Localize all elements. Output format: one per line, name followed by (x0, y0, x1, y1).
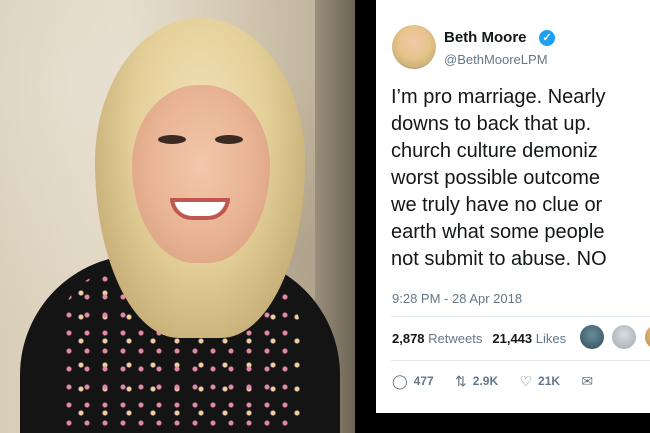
heart-icon: ♡ (519, 373, 533, 389)
tweet-text-line: church culture demoniz (391, 140, 598, 162)
engagement-stats: 2,878 Retweets 21,443 Likes (392, 331, 566, 346)
tweet-timestamp[interactable]: 9:28 PM - 28 Apr 2018 (392, 291, 522, 306)
divider (391, 360, 650, 361)
tweet-text-line: we truly have no clue or (391, 194, 603, 216)
left-eye (158, 135, 186, 144)
tweet-text-line: not submit to abuse. NO (391, 248, 607, 270)
message-button[interactable]: ✉ (581, 373, 599, 390)
tweet-text: I’m pro marriage. Nearly downs to back t… (391, 84, 650, 273)
likes-label: Likes (535, 331, 567, 346)
likes-stat[interactable]: 21,443 Likes (492, 331, 566, 346)
retweets-count: 2,878 (392, 331, 425, 346)
smiling-face (132, 85, 270, 263)
portrait-photo (0, 0, 355, 433)
liker-avatar[interactable] (612, 325, 637, 349)
like-count: 21K (538, 374, 561, 388)
retweets-stat[interactable]: 2,878 Retweets (392, 331, 482, 346)
avatar[interactable] (392, 25, 436, 69)
tweet-text-line: downs to back that up. (391, 113, 592, 135)
liker-avatar[interactable] (580, 325, 604, 349)
tweet-text-line: I’m pro marriage. Nearly (391, 86, 606, 108)
retweets-label: Retweets (428, 331, 483, 346)
verified-badge-icon: ✓ (539, 30, 555, 46)
envelope-icon: ✉ (581, 373, 594, 389)
divider (391, 316, 650, 317)
reply-count: 477 (413, 374, 434, 388)
user-handle[interactable]: @BethMooreLPM (444, 52, 548, 67)
retweet-button[interactable]: ⇅ 2.9K (455, 373, 498, 390)
liker-avatar[interactable] (644, 325, 650, 349)
like-button[interactable]: ♡ 21K (519, 373, 560, 390)
retweet-count: 2.9K (472, 374, 499, 388)
retweet-icon: ⇅ (455, 373, 467, 389)
tweet-card: Beth Moore ✓ @BethMooreLPM I’m pro marri… (376, 0, 650, 413)
tweet-text-line: worst possible outcome (391, 167, 600, 189)
likes-count: 21,443 (492, 331, 533, 346)
reply-icon: ◯ (392, 373, 408, 389)
tweet-actions: ◯ 477 ⇅ 2.9K ♡ 21K ✉ (392, 373, 617, 390)
right-eye (215, 135, 243, 144)
tweet-text-line: earth what some people (391, 221, 605, 243)
display-name[interactable]: Beth Moore (444, 29, 527, 46)
liker-avatars (580, 325, 650, 349)
reply-button[interactable]: ◯ 477 (392, 373, 434, 390)
